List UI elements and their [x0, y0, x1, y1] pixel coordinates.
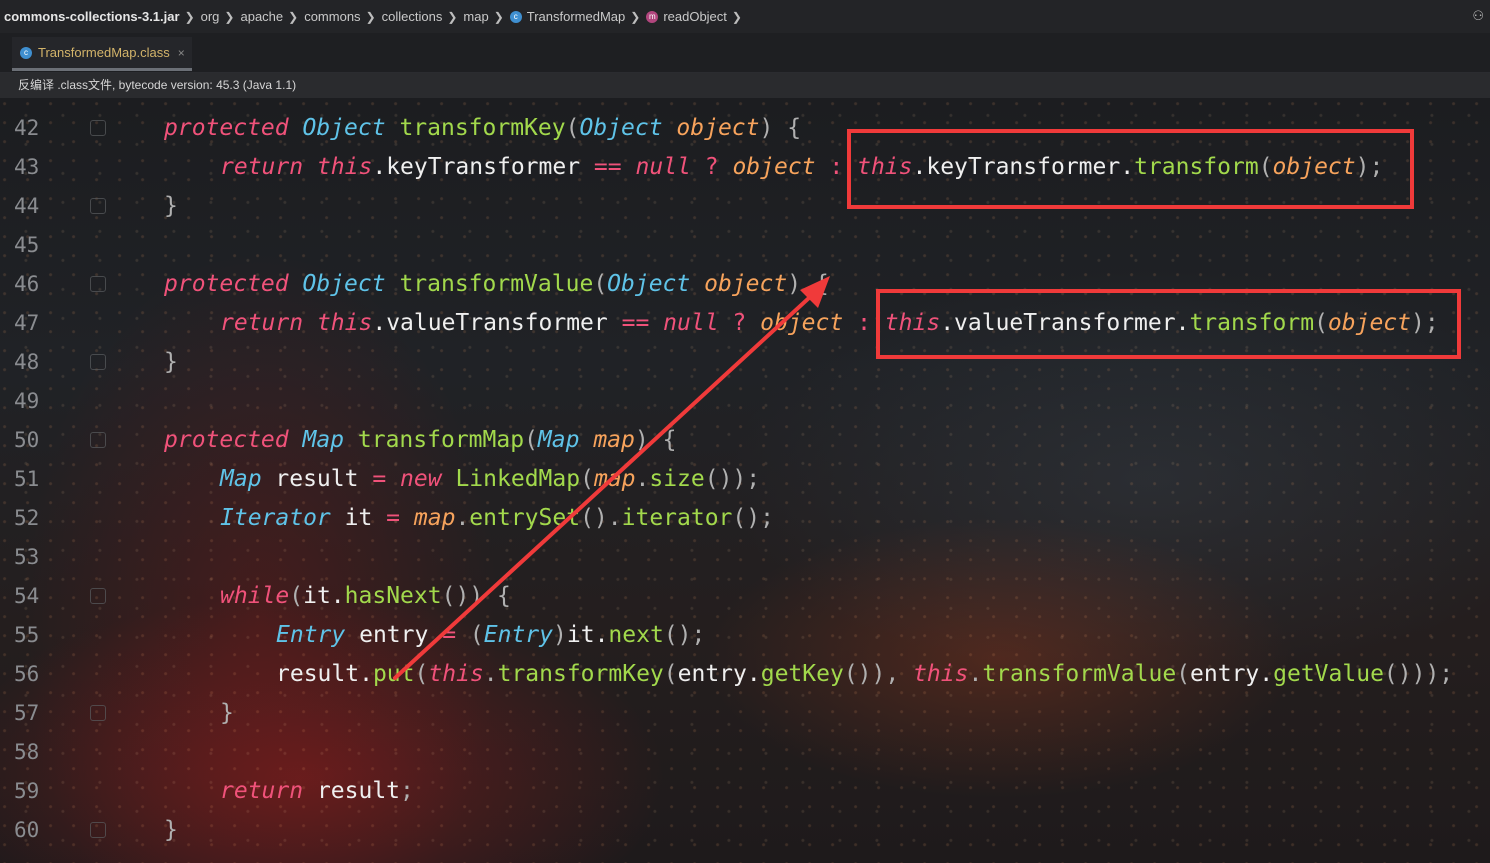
chevron-right-icon: ❯	[365, 9, 376, 24]
navigation-breadcrumb: commons-collections-3.1.jar ❯ org ❯ apache…	[0, 0, 1490, 33]
chevron-right-icon: ❯	[447, 9, 458, 24]
chevron-right-icon: ❯	[630, 9, 641, 24]
decompiler-banner: 反编译 .class文件, bytecode version: 45.3 (Ja…	[0, 73, 1490, 98]
chevron-right-icon: ❯	[493, 9, 504, 24]
chevron-right-icon: ❯	[224, 9, 235, 24]
breadcrumb-commons[interactable]: commons	[304, 9, 360, 24]
breadcrumb-method-label: readObject	[663, 9, 727, 24]
chevron-right-icon: ❯	[184, 9, 195, 24]
class-file-icon: c	[20, 46, 32, 59]
class-icon: c	[509, 10, 522, 23]
breadcrumb-jar[interactable]: commons-collections-3.1.jar	[4, 9, 180, 24]
breadcrumb-org[interactable]: org	[201, 9, 220, 24]
chevron-right-icon: ❯	[288, 9, 299, 24]
breadcrumb-map[interactable]: map	[463, 9, 488, 24]
breadcrumb-class[interactable]: c TransformedMap	[509, 9, 626, 24]
breadcrumb-method[interactable]: m readObject	[646, 9, 727, 24]
breadcrumb-apache[interactable]: apache	[240, 9, 283, 24]
breadcrumb-class-label: TransformedMap	[526, 9, 626, 24]
method-icon: m	[646, 10, 659, 23]
user-icon[interactable]: ⚇	[1472, 8, 1484, 24]
tab-label: TransformedMap.class	[38, 45, 170, 60]
close-icon[interactable]: ×	[178, 46, 185, 60]
tab-transformedmap-class[interactable]: c TransformedMap.class ×	[12, 37, 192, 71]
chevron-right-icon: ❯	[731, 9, 742, 24]
annotation-arrow-icon	[393, 276, 830, 680]
code-editor[interactable]: 42 protected Object transformKey(Object …	[0, 98, 1490, 863]
editor-tab-bar: c TransformedMap.class ×	[0, 33, 1490, 73]
breadcrumb-collections[interactable]: collections	[382, 9, 443, 24]
